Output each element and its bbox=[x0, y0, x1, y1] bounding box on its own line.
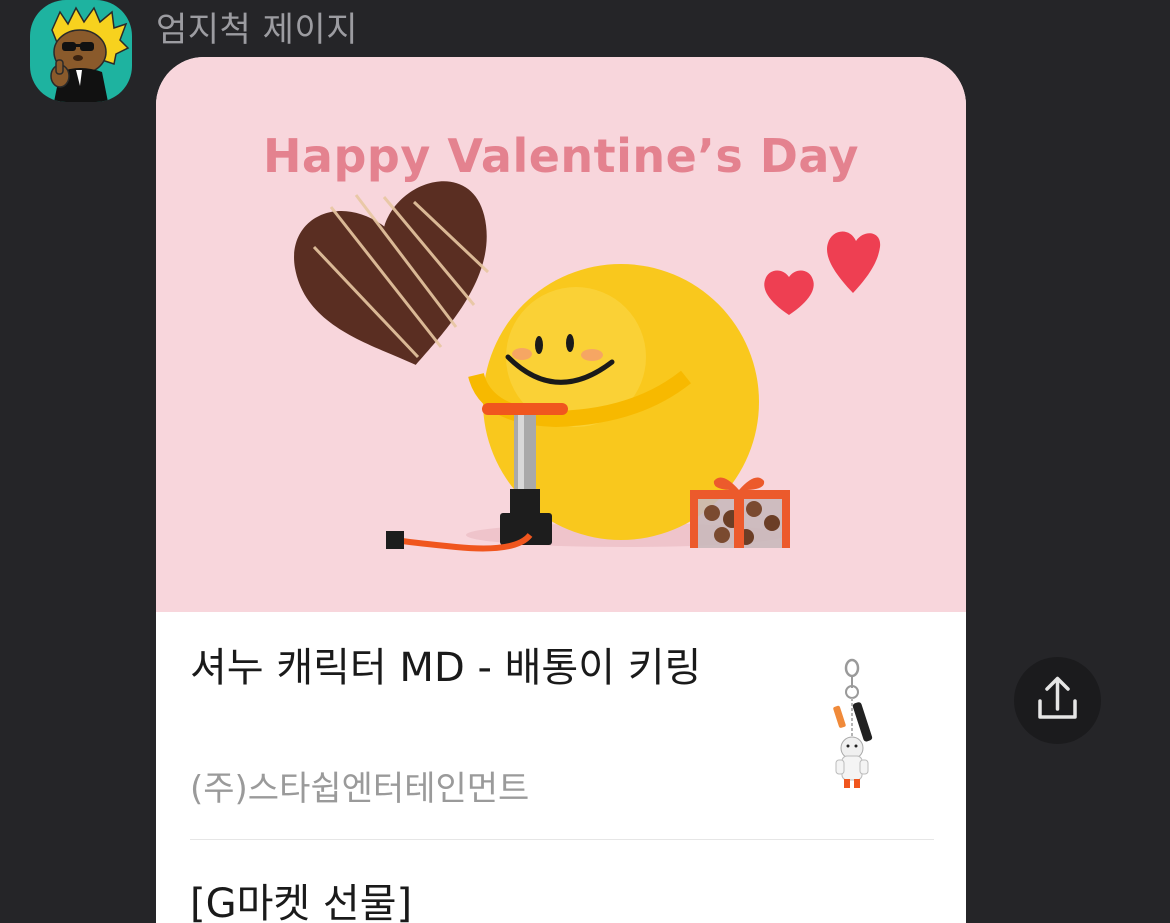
card-divider bbox=[190, 839, 934, 840]
share-button[interactable] bbox=[1014, 657, 1101, 744]
gift-title[interactable]: [G마켓 선물] bbox=[190, 871, 412, 923]
character-avatar-icon bbox=[50, 6, 130, 102]
banner-title: Happy Valentine’s Day bbox=[262, 129, 860, 183]
chat-screen: 엄지척 제이지 Happy Valentine’s Day 셔누 캐릭터 MD … bbox=[0, 0, 1170, 923]
share-icon bbox=[1038, 676, 1077, 719]
sender-name: 엄지척 제이지 bbox=[156, 10, 358, 50]
sender-avatar[interactable] bbox=[30, 0, 132, 102]
product-title[interactable]: 셔누 캐릭터 MD - 배통이 키링 bbox=[190, 643, 750, 694]
product-thumbnail[interactable] bbox=[822, 658, 892, 792]
gift-message-card[interactable]: Happy Valentine’s Day 셔누 캐릭터 MD - 배통이 키링… bbox=[156, 57, 966, 923]
product-company: (주)스타쉽엔터테인먼트 bbox=[190, 769, 530, 809]
keyring-thumbnail-icon bbox=[833, 658, 873, 788]
banner-image[interactable]: Happy Valentine’s Day bbox=[156, 57, 966, 612]
